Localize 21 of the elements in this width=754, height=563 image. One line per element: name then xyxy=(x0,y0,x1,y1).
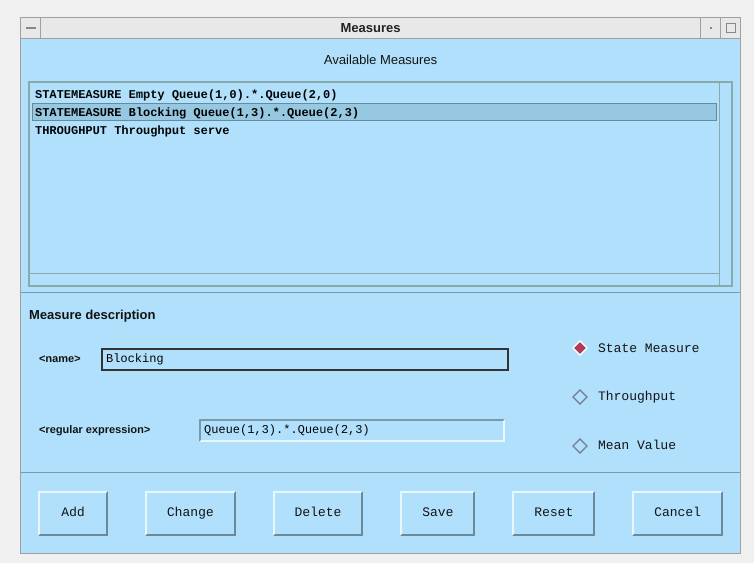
dialog-button[interactable]: Change xyxy=(144,490,236,536)
field-label: <regular expression> xyxy=(38,423,152,438)
radio-button[interactable] xyxy=(572,388,588,405)
radio-button[interactable] xyxy=(572,438,588,454)
list-item[interactable]: THROUGHPUT Throughput serve xyxy=(32,120,717,138)
dialog-button[interactable]: Delete xyxy=(272,490,364,536)
text-field[interactable]: Blocking xyxy=(101,348,509,371)
dialog-button[interactable]: Cancel xyxy=(632,490,723,536)
dialog-button[interactable]: Add xyxy=(38,490,108,536)
dialog-button[interactable]: Save xyxy=(400,490,476,536)
radio-label: Mean Value xyxy=(598,436,676,455)
field-label: <name> xyxy=(38,352,82,368)
radio-label: Throughput xyxy=(598,388,676,406)
dialog-button[interactable]: Reset xyxy=(512,490,596,536)
window-title: Measures xyxy=(340,19,402,38)
radio-label: State Measure xyxy=(598,340,700,358)
section-heading: Measure description xyxy=(29,306,156,324)
text-field[interactable]: Queue(1,3).*.Queue(2,3) xyxy=(199,419,505,442)
list-item[interactable]: STATEMEASURE Empty Queue(1,0).*.Queue(2,0) xyxy=(32,84,717,102)
list-heading: Available Measures xyxy=(324,51,438,69)
list-item[interactable]: STATEMEASURE Blocking Queue(1,3).*.Queue(2,3) xyxy=(32,102,717,120)
